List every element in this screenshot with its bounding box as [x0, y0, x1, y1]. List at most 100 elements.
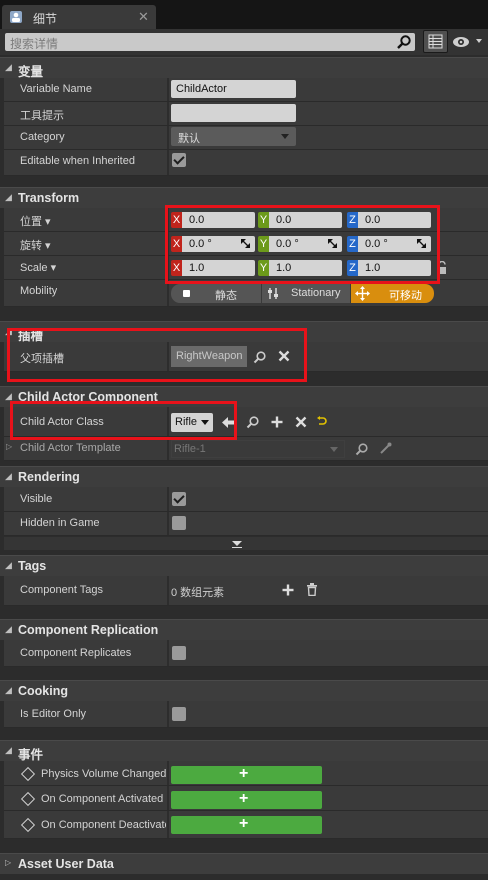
property-label: Hidden in Game	[20, 517, 100, 529]
pick-icon[interactable]	[379, 442, 392, 455]
eye-icon	[453, 37, 482, 47]
property-label: Variable Name	[20, 83, 92, 95]
expand-arrow-icon[interactable]: ▷	[6, 442, 12, 451]
reset-to-default-icon[interactable]	[317, 416, 327, 426]
section-title: Asset User Data	[18, 857, 114, 871]
collapse-arrow-icon: ◢	[5, 624, 12, 634]
section-header-events[interactable]: ◢ 事件	[0, 740, 488, 762]
view-options-button[interactable]	[452, 33, 486, 51]
add-icon[interactable]	[282, 584, 294, 596]
component-tags-count: 0 数组元素	[171, 587, 225, 599]
row-variable-name: Variable Name ChildActor	[4, 78, 488, 102]
add-icon: +	[239, 790, 249, 807]
mobility-stationary-button[interactable]: Stationary	[262, 284, 350, 303]
is-editor-only-checkbox[interactable]	[172, 707, 186, 721]
row-event: On Component Deactivated +	[4, 811, 488, 839]
collapse-arrow-icon: ◢	[5, 745, 12, 755]
child-actor-template-dropdown[interactable]: Rifle-1	[171, 440, 345, 458]
clear-icon[interactable]	[295, 416, 307, 428]
property-matrix-button[interactable]	[423, 30, 448, 53]
browse-icon[interactable]	[246, 415, 260, 429]
collapse-arrow-icon: ◢	[5, 560, 12, 570]
search-placeholder: 搜索详情	[10, 37, 59, 51]
visible-checkbox[interactable]	[172, 492, 186, 506]
static-icon	[183, 290, 190, 297]
section-header-variable[interactable]: ◢ 变量	[0, 57, 488, 79]
property-label: Component Tags	[20, 584, 103, 596]
section-header-rendering[interactable]: ◢ Rendering	[0, 466, 488, 487]
variable-name-input[interactable]: ChildActor	[171, 80, 296, 98]
add-event-button[interactable]: +	[171, 790, 322, 809]
add-event-button[interactable]: +	[171, 765, 322, 784]
component-replicates-checkbox[interactable]	[172, 646, 186, 660]
mobility-option-label: 静态	[215, 290, 237, 302]
event-diamond-icon	[20, 791, 36, 807]
event-label: Physics Volume Changed	[41, 768, 166, 780]
chevron-down-icon	[330, 447, 338, 452]
collapse-arrow-icon: ◢	[5, 685, 12, 695]
row-event: On Component Activated +	[4, 786, 488, 811]
trash-icon[interactable]	[306, 583, 318, 596]
hidden-in-game-checkbox[interactable]	[172, 516, 186, 530]
row-editable-inherited: Editable when Inherited	[4, 150, 488, 176]
chevron-down-icon	[232, 541, 242, 548]
mobility-movable-button[interactable]: 可移动	[351, 284, 434, 303]
row-event: Physics Volume Changed +	[4, 761, 488, 786]
section-header-asset-user-data[interactable]: ▷ Asset User Data	[0, 853, 488, 874]
annotation-highlight-child-class	[10, 401, 237, 440]
chevron-down-icon	[281, 134, 289, 139]
tooltip-input[interactable]	[171, 104, 296, 122]
add-event-button[interactable]: +	[171, 815, 322, 834]
grid-icon	[428, 34, 443, 49]
tab-details[interactable]: 细节 ✕	[2, 5, 156, 29]
property-label: Mobility	[20, 285, 58, 297]
property-label: Visible	[20, 493, 53, 505]
annotation-highlight-transform	[165, 205, 440, 284]
section-title: Cooking	[18, 684, 68, 698]
row-tooltip: 工具提示	[4, 102, 488, 126]
mobility-static-button[interactable]: 静态	[171, 284, 261, 303]
row-mobility: Mobility 静态 Stationary 可移动	[4, 280, 488, 307]
property-label: Editable when Inherited	[20, 155, 135, 167]
section-title: Rendering	[18, 470, 80, 484]
search-icon	[397, 35, 411, 49]
event-label: On Component Deactivated	[41, 819, 166, 831]
mobility-option-label: Stationary	[291, 287, 341, 299]
rotation-label[interactable]: 旋转 ▾	[20, 237, 51, 253]
editable-inherited-checkbox[interactable]	[172, 153, 186, 167]
location-label[interactable]: 位置 ▾	[20, 213, 51, 229]
collapse-arrow-icon: ◢	[5, 192, 12, 202]
annotation-highlight-socket	[7, 328, 307, 382]
advanced-expander[interactable]	[4, 537, 488, 550]
browse-icon[interactable]	[355, 442, 369, 456]
move-arrows-icon	[355, 286, 370, 301]
row-visible: Visible	[4, 487, 488, 512]
add-icon: +	[239, 815, 249, 832]
property-label: 工具提示	[20, 110, 64, 122]
property-label: Component Replicates	[20, 647, 132, 659]
section-header-replication[interactable]: ◢ Component Replication	[0, 619, 488, 640]
close-icon[interactable]: ✕	[138, 9, 149, 25]
section-header-cooking[interactable]: ◢ Cooking	[0, 680, 488, 701]
section-title: Tags	[18, 559, 47, 573]
details-icon	[10, 11, 22, 23]
event-diamond-icon	[20, 766, 36, 782]
tab-title: 细节	[33, 12, 58, 26]
property-label: Is Editor Only	[20, 708, 87, 720]
collapse-arrow-icon: ◢	[5, 62, 12, 72]
search-input[interactable]: 搜索详情	[5, 33, 415, 51]
event-label: On Component Activated	[41, 793, 164, 805]
row-component-replicates: Component Replicates	[4, 640, 488, 667]
category-dropdown[interactable]: 默认	[171, 127, 296, 146]
scale-label[interactable]: Scale ▾	[20, 261, 56, 274]
collapse-arrow-icon: ◢	[5, 471, 12, 481]
event-diamond-icon	[20, 817, 36, 833]
stationary-icon	[268, 288, 278, 299]
row-category: Category 默认	[4, 126, 488, 150]
add-icon[interactable]	[271, 416, 283, 428]
row-hidden-in-game: Hidden in Game	[4, 512, 488, 536]
child-actor-template-value: Rifle-1	[174, 443, 206, 455]
section-header-tags[interactable]: ◢ Tags	[0, 555, 488, 576]
row-child-actor-template: ▷ Child Actor Template Rifle-1	[4, 437, 488, 461]
section-title: Transform	[18, 191, 80, 205]
